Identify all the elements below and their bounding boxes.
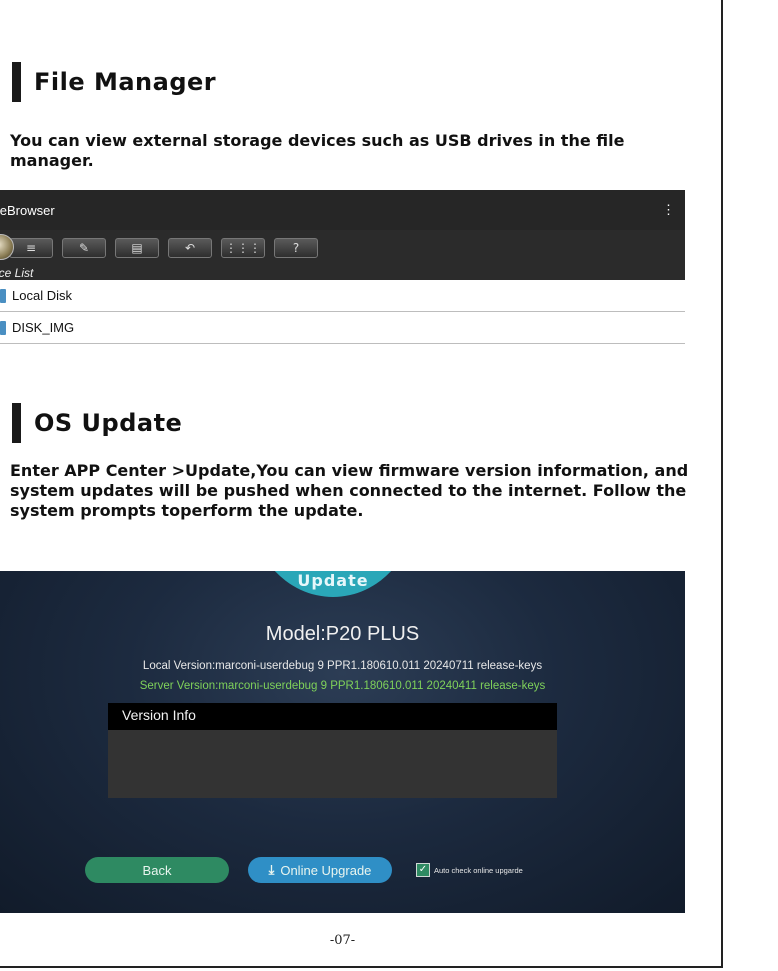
file-browser-titlebar: ileBrowser ⋮ bbox=[0, 190, 685, 230]
auto-check-label: Auto check online upgarde bbox=[434, 865, 523, 875]
version-info-label: Version Info bbox=[108, 703, 557, 730]
list-item[interactable]: Local Disk bbox=[0, 280, 685, 312]
disk-icon bbox=[0, 288, 6, 303]
update-screenshot: Update Model:P20 PLUS Local Version:marc… bbox=[0, 571, 685, 913]
version-info-panel: Version Info bbox=[108, 703, 557, 798]
download-icon: ⤓ bbox=[268, 862, 275, 877]
model-name: Model:P20 PLUS bbox=[265, 623, 420, 645]
online-upgrade-label: Online Upgrade bbox=[280, 862, 372, 878]
local-version: Local Version:marconi-userdebug 9 PPR1.1… bbox=[142, 660, 543, 672]
heading-bar bbox=[12, 62, 21, 102]
overflow-menu-icon[interactable]: ⋮ bbox=[662, 202, 675, 218]
os-update-title: OS Update bbox=[34, 409, 183, 437]
back-button[interactable]: Back bbox=[85, 857, 229, 883]
file-browser-toolbar: ≡ ✎ ▤ ↶ ⋮⋮⋮ ? bbox=[0, 230, 685, 266]
device-list-header: ice List bbox=[0, 266, 685, 280]
os-update-heading: OS Update bbox=[12, 403, 182, 443]
list-item-label: Local Disk bbox=[12, 288, 72, 303]
help-icon[interactable]: ? bbox=[274, 238, 318, 258]
list-icon[interactable]: ≡ bbox=[9, 238, 53, 258]
details-icon[interactable]: ▤ bbox=[115, 238, 159, 258]
page-number: -07- bbox=[329, 933, 356, 948]
online-upgrade-button[interactable]: ⤓ Online Upgrade bbox=[248, 857, 392, 883]
file-manager-text: You can view external storage devices su… bbox=[10, 131, 625, 170]
os-update-text: Enter APP Center >Update,You can view fi… bbox=[10, 461, 689, 520]
auto-check-toggle[interactable]: ✓ Auto check online upgarde bbox=[416, 863, 523, 877]
update-dial-label: Update bbox=[297, 571, 369, 590]
file-manager-title: File Manager bbox=[34, 68, 217, 96]
grid-icon[interactable]: ⋮⋮⋮ bbox=[221, 238, 265, 258]
back-button-label: Back bbox=[142, 862, 172, 878]
disk-icon bbox=[0, 320, 6, 335]
checkbox-checked-icon[interactable]: ✓ bbox=[416, 863, 430, 877]
undo-icon[interactable]: ↶ bbox=[168, 238, 212, 258]
edit-icon[interactable]: ✎ bbox=[62, 238, 106, 258]
list-item-label: DISK_IMG bbox=[12, 320, 75, 335]
file-browser-app-title: ileBrowser bbox=[0, 202, 55, 218]
heading-bar bbox=[12, 403, 21, 443]
file-browser-screenshot: ileBrowser ⋮ ≡ ✎ ▤ ↶ ⋮⋮⋮ ? ice List Loca… bbox=[0, 190, 685, 358]
file-manager-heading: File Manager bbox=[12, 62, 216, 102]
server-version: Server Version:marconi-userdebug 9 PPR1.… bbox=[139, 680, 546, 692]
list-item[interactable]: DISK_IMG bbox=[0, 312, 685, 344]
